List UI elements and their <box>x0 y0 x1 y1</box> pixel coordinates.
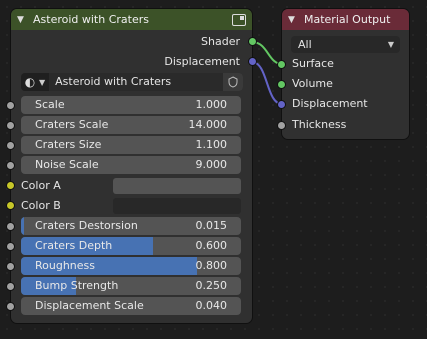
shader-output-socket[interactable] <box>249 38 256 45</box>
bump-strength-value: 0.250 <box>195 279 228 292</box>
craters-size-input-socket[interactable] <box>7 142 14 149</box>
node-group-selector[interactable]: ◐ ▼ Asteroid with Craters <box>21 73 243 91</box>
roughness-input-socket[interactable] <box>7 263 14 270</box>
roughness-label: Roughness <box>35 259 96 272</box>
group-node-title: Asteroid with Craters <box>33 13 149 26</box>
output-node-header[interactable]: ▼ Material Output <box>282 9 409 30</box>
color-a-row: Color A <box>11 176 252 196</box>
output-displacement-label: Displacement <box>164 55 240 68</box>
displacement-scale-slider[interactable]: Displacement Scale 0.040 <box>21 297 241 315</box>
displacement-output-socket[interactable] <box>249 58 256 65</box>
thickness-label: Thickness <box>292 118 347 131</box>
shader-wire <box>251 41 283 65</box>
color-a-label: Color A <box>21 179 61 192</box>
displacement-scale-input-socket[interactable] <box>7 303 14 310</box>
chevron-down-icon[interactable]: ▼ <box>39 78 45 87</box>
volume-label: Volume <box>292 77 333 90</box>
output-node-title: Material Output <box>304 13 391 26</box>
craters-size-value: 1.100 <box>195 138 228 151</box>
displacement-label: Displacement <box>292 97 368 110</box>
craters-scale-label: Craters Scale <box>35 118 109 131</box>
output-shader-label: Shader <box>201 35 240 48</box>
craters-scale-value: 14.000 <box>188 118 228 131</box>
noise-scale-label: Noise Scale <box>35 158 99 171</box>
displacement-scale-value: 0.040 <box>195 299 228 312</box>
chevron-down-icon: ▼ <box>387 40 394 49</box>
noise-scale-input-socket[interactable] <box>7 162 14 169</box>
craters-depth-label: Craters Depth <box>35 239 113 252</box>
displacement-input-socket[interactable] <box>278 101 285 108</box>
group-node-header[interactable]: ▼ Asteroid with Craters <box>11 9 252 30</box>
scale-input-socket[interactable] <box>7 102 14 109</box>
group-name-field[interactable]: Asteroid with Craters <box>49 73 223 91</box>
craters-size-label: Craters Size <box>35 138 102 151</box>
noise-scale-field[interactable]: Noise Scale 9.000 <box>21 156 241 174</box>
scale-field[interactable]: Scale 1.000 <box>21 96 241 114</box>
craters-scale-field[interactable]: Craters Scale 14.000 <box>21 116 241 134</box>
craters-scale-input-socket[interactable] <box>7 122 14 129</box>
craters-size-field[interactable]: Craters Size 1.100 <box>21 136 241 154</box>
surface-label: Surface <box>292 57 334 70</box>
surface-input-socket[interactable] <box>278 61 285 68</box>
craters-depth-input-socket[interactable] <box>7 243 14 250</box>
shield-icon[interactable] <box>223 73 243 91</box>
craters-destorsion-fill <box>21 217 24 235</box>
craters-destorsion-value: 0.015 <box>195 219 228 232</box>
volume-input-socket[interactable] <box>278 81 285 88</box>
collapse-chevron-icon[interactable]: ▼ <box>17 15 29 25</box>
color-a-swatch[interactable] <box>113 178 241 194</box>
craters-destorsion-slider[interactable]: Craters Destorsion 0.015 <box>21 217 241 235</box>
color-b-row: Color B <box>11 196 252 216</box>
bump-strength-input-socket[interactable] <box>7 283 14 290</box>
target-value: All <box>298 38 312 51</box>
bump-strength-label: Bump Strength <box>35 279 119 292</box>
craters-depth-value: 0.600 <box>195 239 228 252</box>
asteroid-group-node[interactable]: ▼ Asteroid with Craters Shader Displacem… <box>7 9 256 323</box>
target-dropdown[interactable]: All ▼ <box>291 36 400 53</box>
scale-label: Scale <box>35 98 65 111</box>
node-group-icon[interactable] <box>232 13 246 26</box>
roughness-value: 0.800 <box>195 259 228 272</box>
scale-value: 1.000 <box>195 98 228 111</box>
craters-destorsion-label: Craters Destorsion <box>35 219 138 232</box>
color-b-label: Color B <box>21 199 61 212</box>
noise-scale-value: 9.000 <box>195 158 228 171</box>
craters-destorsion-input-socket[interactable] <box>7 223 14 230</box>
collapse-chevron-icon[interactable]: ▼ <box>288 15 300 25</box>
roughness-slider[interactable]: Roughness 0.800 <box>21 257 241 275</box>
bump-strength-slider[interactable]: Bump Strength 0.250 <box>21 277 241 295</box>
color-b-swatch[interactable] <box>113 198 241 214</box>
displacement-scale-label: Displacement Scale <box>35 299 144 312</box>
craters-depth-slider[interactable]: Craters Depth 0.600 <box>21 237 241 255</box>
material-output-node[interactable]: ▼ Material Output All ▼ Surface Volume D… <box>278 9 409 139</box>
material-sphere-icon[interactable]: ◐ <box>21 73 39 91</box>
thickness-input-socket[interactable] <box>278 122 285 129</box>
